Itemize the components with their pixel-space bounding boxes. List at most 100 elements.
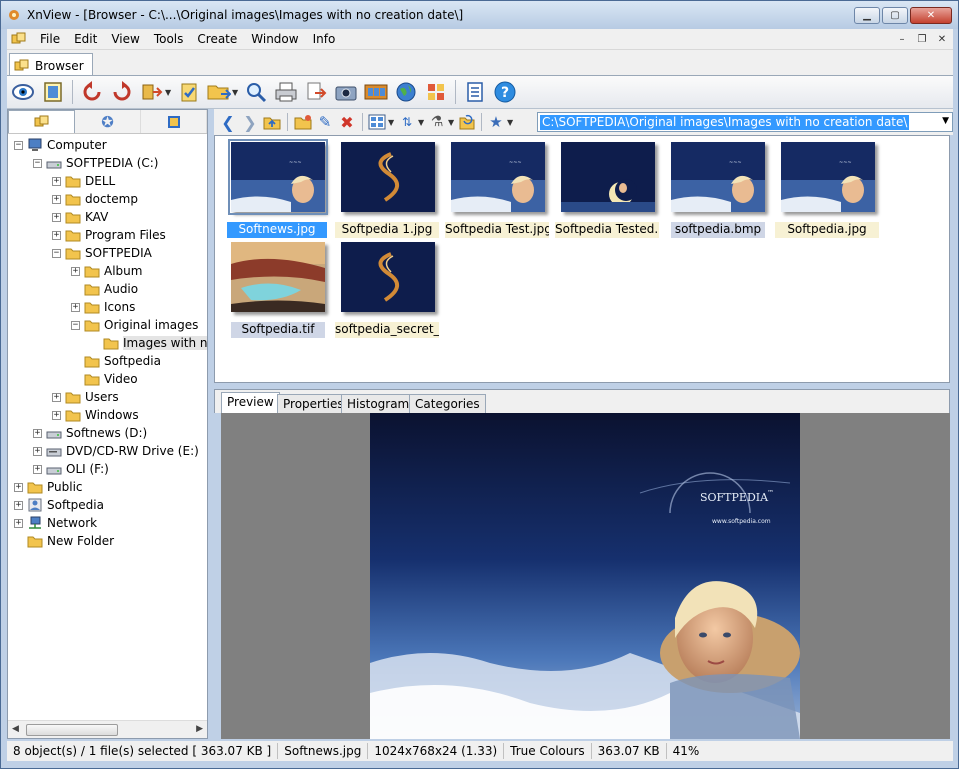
expand-icon[interactable]: + (52, 410, 61, 420)
forward-icon[interactable]: ❯ (240, 113, 260, 132)
expand-icon[interactable]: + (52, 392, 61, 402)
thumbnail-item[interactable]: ~~~ Softnews.jpg (225, 139, 329, 238)
filmstrip-icon[interactable] (362, 78, 390, 106)
tree-item[interactable]: + Album (71, 262, 142, 280)
thumbnail-item[interactable]: softpedia_secret_... (335, 242, 439, 338)
sort-dropdown-icon[interactable]: ▼ (418, 118, 426, 127)
close-button[interactable]: ✕ (910, 7, 952, 24)
tree-item[interactable]: + DELL (52, 172, 115, 190)
scroll-left-icon[interactable]: ◀ (12, 724, 19, 734)
collapse-icon[interactable]: − (33, 158, 42, 168)
tree-item[interactable]: + doctemp (52, 190, 138, 208)
tree-item[interactable]: + Network (14, 514, 97, 532)
tree-item[interactable]: + Windows (52, 406, 139, 424)
thumbnail-item[interactable]: Softpedia 1.jpg (335, 142, 439, 238)
tree-item[interactable]: New Folder (14, 532, 114, 550)
tree-item[interactable]: − SOFTPEDIA (52, 244, 152, 262)
tree-item[interactable]: + OLI (F:) (33, 460, 109, 478)
filter-dropdown-icon[interactable]: ▼ (448, 118, 456, 127)
tree-item[interactable]: + Program Files (52, 226, 166, 244)
tree-horizontal-scrollbar[interactable]: ◀ ▶ (8, 720, 207, 738)
view-mode-dropdown-icon[interactable]: ▼ (388, 118, 396, 127)
convert-dropdown-icon[interactable]: ▼ (165, 88, 173, 97)
expand-icon[interactable]: + (33, 446, 42, 456)
tab-folders[interactable] (8, 110, 75, 133)
camera-icon[interactable] (332, 78, 360, 106)
maximize-button[interactable]: ▢ (882, 7, 908, 24)
tree-item[interactable]: Audio (71, 280, 138, 298)
expand-icon[interactable]: + (52, 212, 61, 222)
thumbnail-item[interactable]: ~~~ softpedia.bmp (665, 142, 769, 238)
thumbnail-item[interactable]: ~~~ Softpedia.jpg (775, 142, 879, 238)
tree-item[interactable]: − Original images (71, 316, 198, 334)
menu-create[interactable]: Create (190, 32, 244, 46)
expand-icon[interactable]: + (71, 266, 80, 276)
expand-icon[interactable]: + (14, 500, 23, 510)
menu-tools[interactable]: Tools (147, 32, 191, 46)
expand-icon[interactable]: + (33, 428, 42, 438)
tree-item[interactable]: − SOFTPEDIA (C:) (33, 154, 159, 172)
collapse-icon[interactable]: − (14, 140, 23, 150)
parent-folder-icon[interactable] (262, 113, 282, 131)
thumbnail-item[interactable]: ~~~ Softpedia Test.jpg (445, 142, 549, 238)
open-dropdown-icon[interactable]: ▼ (232, 88, 240, 97)
bookmark-star-icon[interactable]: ★ (487, 113, 505, 131)
mdi-restore-button[interactable]: ❐ (913, 31, 931, 47)
tab-favorites[interactable]: ✪ (75, 110, 141, 133)
thumbnail-item[interactable]: Softpedia.tif (225, 242, 329, 338)
fullscreen-icon[interactable] (39, 78, 67, 106)
collapse-icon[interactable]: − (52, 248, 61, 258)
path-combobox[interactable]: C:\SOFTPEDIA\Original images\Images with… (537, 112, 953, 132)
checkmark-icon[interactable] (175, 78, 203, 106)
back-icon[interactable]: ❮ (218, 113, 238, 132)
rotate-left-icon[interactable] (78, 78, 106, 106)
expand-icon[interactable]: + (71, 302, 80, 312)
help-icon[interactable]: ? (491, 78, 519, 106)
tab-browser[interactable]: Browser (9, 53, 93, 77)
rotate-right-icon[interactable] (108, 78, 136, 106)
filter-icon[interactable]: ⚗ (428, 114, 446, 130)
tab-properties[interactable]: Properties (277, 394, 350, 414)
scroll-right-icon[interactable]: ▶ (196, 724, 203, 734)
mosaic-icon[interactable] (422, 78, 450, 106)
menu-edit[interactable]: Edit (67, 32, 104, 46)
path-text[interactable]: C:\SOFTPEDIA\Original images\Images with… (540, 115, 910, 130)
export-icon[interactable] (302, 78, 330, 106)
tree-item[interactable]: + Softpedia (14, 496, 104, 514)
convert-icon[interactable] (138, 78, 166, 106)
mdi-minimize-button[interactable]: – (893, 31, 911, 47)
menu-window[interactable]: Window (244, 32, 305, 46)
expand-icon[interactable]: + (52, 194, 61, 204)
expand-icon[interactable]: + (52, 230, 61, 240)
thumbnail-item[interactable]: Softpedia Tested.... (555, 142, 659, 238)
mdi-close-button[interactable]: ✕ (933, 31, 951, 47)
menu-file[interactable]: File (33, 32, 67, 46)
expand-icon[interactable]: + (14, 518, 23, 528)
tree-item[interactable]: Images with n (90, 334, 207, 352)
tree-item[interactable]: + Users (52, 388, 119, 406)
tab-categories[interactable] (141, 110, 207, 133)
tree-item[interactable]: + Public (14, 478, 83, 496)
expand-icon[interactable]: + (33, 464, 42, 474)
open-folder-icon[interactable] (205, 78, 233, 106)
refresh-folder-icon[interactable] (458, 113, 476, 131)
tree-item[interactable]: + Softnews (D:) (33, 424, 147, 442)
tab-categories[interactable]: Categories (409, 394, 486, 414)
tab-histogram[interactable]: Histogram (341, 394, 416, 414)
sort-icon[interactable]: ⇅ (398, 115, 416, 129)
globe-icon[interactable] (392, 78, 420, 106)
zoom-icon[interactable] (242, 78, 270, 106)
rename-icon[interactable]: ✎ (315, 113, 335, 131)
path-dropdown-icon[interactable]: ▼ (942, 116, 949, 126)
menu-info[interactable]: Info (306, 32, 343, 46)
tree-item[interactable]: + DVD/CD-RW Drive (E:) (33, 442, 199, 460)
tab-preview[interactable]: Preview (221, 392, 280, 414)
minimize-button[interactable]: ▁ (854, 7, 880, 24)
expand-icon[interactable]: + (52, 176, 61, 186)
new-folder-icon[interactable] (293, 113, 313, 131)
tree-item[interactable]: + KAV (52, 208, 108, 226)
menu-view[interactable]: View (104, 32, 146, 46)
delete-icon[interactable]: ✖ (337, 113, 357, 132)
properties-icon[interactable] (461, 78, 489, 106)
tree-item[interactable]: − Computer (14, 136, 107, 154)
